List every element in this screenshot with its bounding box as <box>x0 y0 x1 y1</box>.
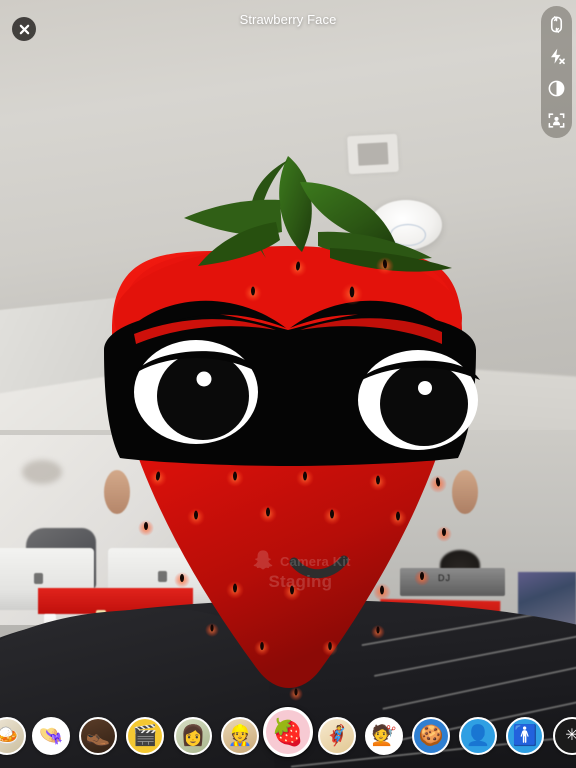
camera-ar-screen: DJ Strawberry Face 👒 👞 🎬 👩 👷 🍓 🦸 💇 🍪 👤 🚹 <box>0 0 576 768</box>
lens-icon-9: 💇 <box>371 725 397 747</box>
lens-item-selected-strawberry-face[interactable]: 🍓 <box>263 707 313 757</box>
lens-icon-8: 🦸 <box>324 725 350 747</box>
lens-icon-3: 👞 <box>85 725 111 747</box>
contrast-button[interactable] <box>542 74 571 102</box>
list-item[interactable]: 👷 <box>221 717 259 755</box>
list-item[interactable]: 👞 <box>79 717 117 755</box>
lens-thumbnail-2: 👒 <box>34 719 68 753</box>
lens-thumbnail-6: 👷 <box>223 719 257 753</box>
lens-icon-13: ✳ <box>565 728 576 744</box>
lens-icon-1: 🍛 <box>0 726 19 746</box>
lens-thumbnail-8: 🦸 <box>320 719 354 753</box>
lens-icon-2: 👒 <box>38 725 64 747</box>
list-item[interactable]: 🍛 <box>0 717 26 755</box>
list-item[interactable]: 🦸 <box>318 717 356 755</box>
lens-thumbnail-9: 💇 <box>367 719 401 753</box>
list-item[interactable]: 🎬 <box>126 717 164 755</box>
list-item[interactable]: 👩 <box>174 717 212 755</box>
lens-icon-5: 👩 <box>180 725 206 747</box>
page-title: Strawberry Face <box>239 12 337 27</box>
list-item[interactable]: 👤 <box>459 717 497 755</box>
camera-flip-icon <box>550 15 563 33</box>
flash-off-button[interactable] <box>542 42 571 70</box>
flip-camera-button[interactable] <box>542 10 571 38</box>
lens-thumbnail-5: 👩 <box>176 719 210 753</box>
lens-thumbnail-7-selected: 🍓 <box>266 710 310 754</box>
list-item[interactable]: ✳ <box>553 717 576 755</box>
face-detect-button[interactable] <box>542 106 571 134</box>
list-item[interactable]: 🚹 <box>506 717 544 755</box>
lens-icon-12: 🚹 <box>512 725 538 747</box>
contrast-icon <box>548 80 565 96</box>
lens-icon-4: 🎬 <box>132 725 158 747</box>
list-item[interactable]: 💇 <box>365 717 403 755</box>
lens-thumbnail-4: 🎬 <box>128 719 162 753</box>
list-item[interactable]: 🍪 <box>412 717 450 755</box>
top-bar: Strawberry Face <box>0 0 576 44</box>
lens-icon-6: 👷 <box>227 725 253 747</box>
lens-thumbnail-10: 🍪 <box>414 719 448 753</box>
lens-thumbnail-12: 🚹 <box>508 719 542 753</box>
lens-icon-7: 🍓 <box>271 717 305 747</box>
camera-control-rail <box>541 6 572 138</box>
lens-thumbnail-13: ✳ <box>555 719 576 753</box>
lens-carousel[interactable]: 🍛 👒 👞 🎬 👩 👷 <box>0 704 576 760</box>
lens-thumbnail-11: 👤 <box>461 719 495 753</box>
lens-thumbnail-3: 👞 <box>81 719 115 753</box>
lens-icon-11: 👤 <box>465 725 491 747</box>
list-item[interactable]: 👒 <box>32 717 70 755</box>
strawberry-face-lens-overlay <box>104 156 480 701</box>
flash-off-icon <box>550 48 565 64</box>
lens-thumbnail-1: 🍛 <box>0 719 24 753</box>
face-detect-frame-icon <box>548 112 565 128</box>
lens-icon-10: 🍪 <box>418 725 444 747</box>
